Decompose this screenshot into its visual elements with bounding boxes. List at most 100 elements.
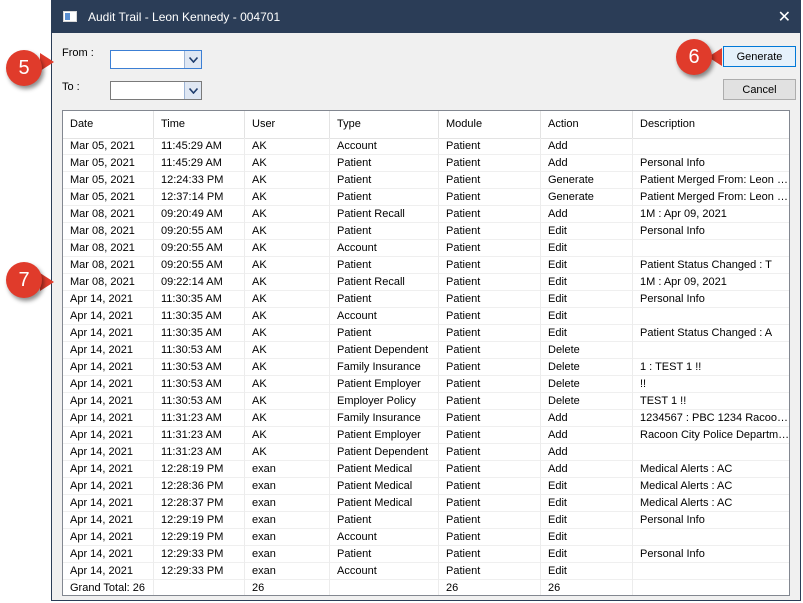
cell-date: Mar 08, 2021 <box>63 274 154 291</box>
table-row[interactable]: Mar 05, 2021 11:45:29 AM AK Account Patient A… <box>63 138 789 155</box>
column-header-type[interactable]: Type <box>330 111 439 138</box>
cell-description: Patient Status Changed : T <box>640 259 772 271</box>
cell-time: 11:31:23 AM <box>154 444 245 461</box>
audit-trail-window: Audit Trail - Leon Kennedy - 004701 ✕ Fr… <box>51 0 801 601</box>
cell-date: Apr 14, 2021 <box>63 444 154 461</box>
close-icon[interactable]: ✕ <box>778 7 791 27</box>
table-row[interactable]: Apr 14, 2021 12:29:33 PM exan Account Patien… <box>63 563 789 580</box>
cell-module: Patient <box>439 206 541 223</box>
table-row[interactable]: Apr 14, 2021 12:29:19 PM exan Account Patien… <box>63 529 789 546</box>
cell-module: Patient <box>439 223 541 240</box>
cell-user: AK <box>245 308 330 325</box>
cell-type: Account <box>330 138 439 155</box>
table-row[interactable]: Apr 14, 2021 12:29:19 PM exan Patient Patien… <box>63 512 789 529</box>
cell-date: Apr 14, 2021 <box>63 359 154 376</box>
table-row[interactable]: Apr 14, 2021 11:30:53 AM AK Family Insuranc… <box>63 359 789 376</box>
table-row[interactable]: Mar 08, 2021 09:20:55 AM AK Patient Patient E… <box>63 223 789 240</box>
column-header-date[interactable]: Date <box>63 111 154 138</box>
table-row[interactable]: Apr 14, 2021 11:30:53 AM AK Patient Depende… <box>63 342 789 359</box>
column-header-module[interactable]: Module <box>439 111 541 138</box>
cell-description: Personal Info <box>640 157 705 169</box>
cell-module: Patient <box>439 461 541 478</box>
cancel-button[interactable]: Cancel <box>723 79 796 100</box>
callout-7: 7 <box>6 262 42 298</box>
cell-user: AK <box>245 342 330 359</box>
cell-module: Patient <box>439 478 541 495</box>
chevron-down-icon[interactable] <box>184 82 201 99</box>
app-window-icon <box>63 11 77 22</box>
cell-time: 12:28:37 PM <box>154 495 245 512</box>
cell-time: 11:30:35 AM <box>154 291 245 308</box>
table-row[interactable]: Apr 14, 2021 11:31:23 AM AK Family Insuranc… <box>63 410 789 427</box>
table-row[interactable]: Mar 05, 2021 12:24:33 PM AK Patient Patient G… <box>63 172 789 189</box>
table-row[interactable]: Mar 05, 2021 11:45:29 AM AK Patient Patient A… <box>63 155 789 172</box>
cell-user: AK <box>245 172 330 189</box>
cell-user: AK <box>245 427 330 444</box>
cell-type: Patient <box>330 325 439 342</box>
table-row[interactable]: Apr 14, 2021 11:30:35 AM AK Patient Patient E… <box>63 325 789 342</box>
cell-user: exan <box>245 478 330 495</box>
table-row[interactable]: Mar 08, 2021 09:20:55 AM AK Account Patient E… <box>63 240 789 257</box>
cell-type: Account <box>330 563 439 580</box>
cell-user: AK <box>245 223 330 240</box>
cell-action: Edit <box>541 512 633 529</box>
table-row[interactable]: Apr 14, 2021 12:28:36 PM exan Patient Medic… <box>63 478 789 495</box>
cell-date: Apr 14, 2021 <box>63 376 154 393</box>
cell-user: exan <box>245 546 330 563</box>
table-row[interactable]: Apr 14, 2021 11:31:23 AM AK Patient Depende… <box>63 444 789 461</box>
cell-type: Patient Employer <box>330 376 439 393</box>
cell-time: 09:20:55 AM <box>154 223 245 240</box>
grand-total-row: Grand Total: 26 26 26 26 <box>63 580 789 595</box>
column-header-time[interactable]: Time <box>154 111 245 138</box>
cell-time: 09:20:55 AM <box>154 240 245 257</box>
table-row[interactable]: Apr 14, 2021 12:29:33 PM exan Patient Patien… <box>63 546 789 563</box>
cell-date: Apr 14, 2021 <box>63 342 154 359</box>
table-row[interactable]: Apr 14, 2021 12:28:19 PM exan Patient Medic… <box>63 461 789 478</box>
from-label: From : <box>62 47 94 59</box>
column-header-action[interactable]: Action <box>541 111 633 138</box>
to-date-picker[interactable] <box>110 81 202 100</box>
cell-time: 11:45:29 AM <box>154 138 245 155</box>
cell-action: Add <box>541 410 633 427</box>
cell-user: AK <box>245 274 330 291</box>
cell-module: Patient <box>439 529 541 546</box>
cell-module: Patient <box>439 291 541 308</box>
cell-module: Patient <box>439 512 541 529</box>
total-type <box>330 580 439 595</box>
cell-module: Patient <box>439 274 541 291</box>
column-header-description[interactable]: Description <box>633 111 789 138</box>
table-row[interactable]: Apr 14, 2021 12:28:37 PM exan Patient Medic… <box>63 495 789 512</box>
cell-description <box>633 444 789 461</box>
cell-user: AK <box>245 138 330 155</box>
from-date-picker[interactable] <box>110 50 202 69</box>
cell-type: Patient <box>330 257 439 274</box>
cell-module: Patient <box>439 172 541 189</box>
table-row[interactable]: Apr 14, 2021 11:30:53 AM AK Employer Policy… <box>63 393 789 410</box>
audit-table[interactable]: Date Time User Type Module Action Descri… <box>62 110 790 596</box>
cell-description: Medical Alerts : AC <box>640 497 733 509</box>
table-row[interactable]: Mar 08, 2021 09:20:55 AM AK Patient Patient E… <box>63 257 789 274</box>
table-row[interactable]: Apr 14, 2021 11:30:53 AM AK Patient Employe… <box>63 376 789 393</box>
cell-date: Apr 14, 2021 <box>63 308 154 325</box>
table-row[interactable]: Mar 08, 2021 09:22:14 AM AK Patient Recall P… <box>63 274 789 291</box>
table-row[interactable]: Mar 05, 2021 12:37:14 PM AK Patient Patient G… <box>63 189 789 206</box>
cell-module: Patient <box>439 495 541 512</box>
table-row[interactable]: Mar 08, 2021 09:20:49 AM AK Patient Recall P… <box>63 206 789 223</box>
to-label: To : <box>62 81 80 93</box>
cell-type: Patient <box>330 223 439 240</box>
title-bar[interactable]: Audit Trail - Leon Kennedy - 004701 ✕ <box>52 1 800 33</box>
table-row[interactable]: Apr 14, 2021 11:30:35 AM AK Account Patient E… <box>63 308 789 325</box>
cell-date: Mar 05, 2021 <box>63 155 154 172</box>
generate-button[interactable]: Generate <box>723 46 796 67</box>
cell-type: Patient Medical <box>330 495 439 512</box>
cell-action: Edit <box>541 478 633 495</box>
chevron-down-icon[interactable] <box>184 51 201 68</box>
cell-type: Family Insurance <box>330 359 439 376</box>
cell-description: Medical Alerts : AC <box>640 480 733 492</box>
column-header-user[interactable]: User <box>245 111 330 138</box>
table-row[interactable]: Apr 14, 2021 11:30:35 AM AK Patient Patient E… <box>63 291 789 308</box>
cell-action: Delete <box>541 376 633 393</box>
table-row[interactable]: Apr 14, 2021 11:31:23 AM AK Patient Employe… <box>63 427 789 444</box>
cell-type: Patient <box>330 546 439 563</box>
cell-description: 1M : Apr 09, 2021 <box>640 276 727 288</box>
